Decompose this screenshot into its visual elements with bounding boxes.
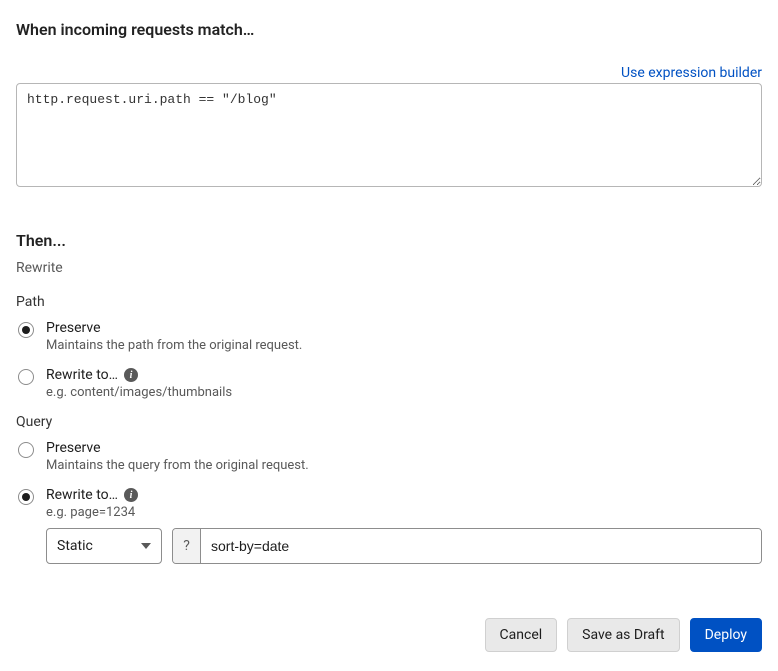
deploy-button[interactable]: Deploy: [690, 618, 762, 652]
save-draft-button[interactable]: Save as Draft: [567, 618, 679, 652]
query-rewrite-help: e.g. page=1234: [46, 505, 138, 520]
query-prefix-label: ?: [173, 529, 201, 563]
query-preserve-radio[interactable]: [18, 442, 34, 458]
path-preserve-label: Preserve: [46, 320, 101, 336]
chevron-down-icon: [141, 543, 151, 549]
info-icon: i: [124, 488, 138, 502]
expression-input[interactable]: [16, 83, 762, 187]
path-rewrite-help: e.g. content/images/thumbnails: [46, 385, 232, 400]
path-preserve-help: Maintains the path from the original req…: [46, 338, 302, 353]
query-group-label: Query: [16, 414, 762, 430]
info-icon: i: [124, 368, 138, 382]
then-title: Then...: [16, 231, 762, 250]
path-rewrite-label: Rewrite to…: [46, 367, 118, 383]
query-rewrite-radio[interactable]: [18, 489, 34, 505]
query-preserve-label: Preserve: [46, 440, 101, 456]
cancel-button[interactable]: Cancel: [485, 618, 558, 652]
query-rewrite-mode-select[interactable]: Static: [46, 528, 162, 564]
when-title: When incoming requests match…: [16, 20, 762, 39]
query-rewrite-label: Rewrite to…: [46, 487, 118, 503]
query-preserve-help: Maintains the query from the original re…: [46, 458, 309, 473]
path-preserve-radio[interactable]: [18, 322, 34, 338]
action-label: Rewrite: [16, 260, 762, 276]
path-group-label: Path: [16, 294, 762, 310]
query-rewrite-mode-value: Static: [57, 538, 93, 554]
expression-builder-link[interactable]: Use expression builder: [621, 65, 762, 81]
query-rewrite-value-input[interactable]: [201, 529, 761, 563]
path-rewrite-radio[interactable]: [18, 369, 34, 385]
